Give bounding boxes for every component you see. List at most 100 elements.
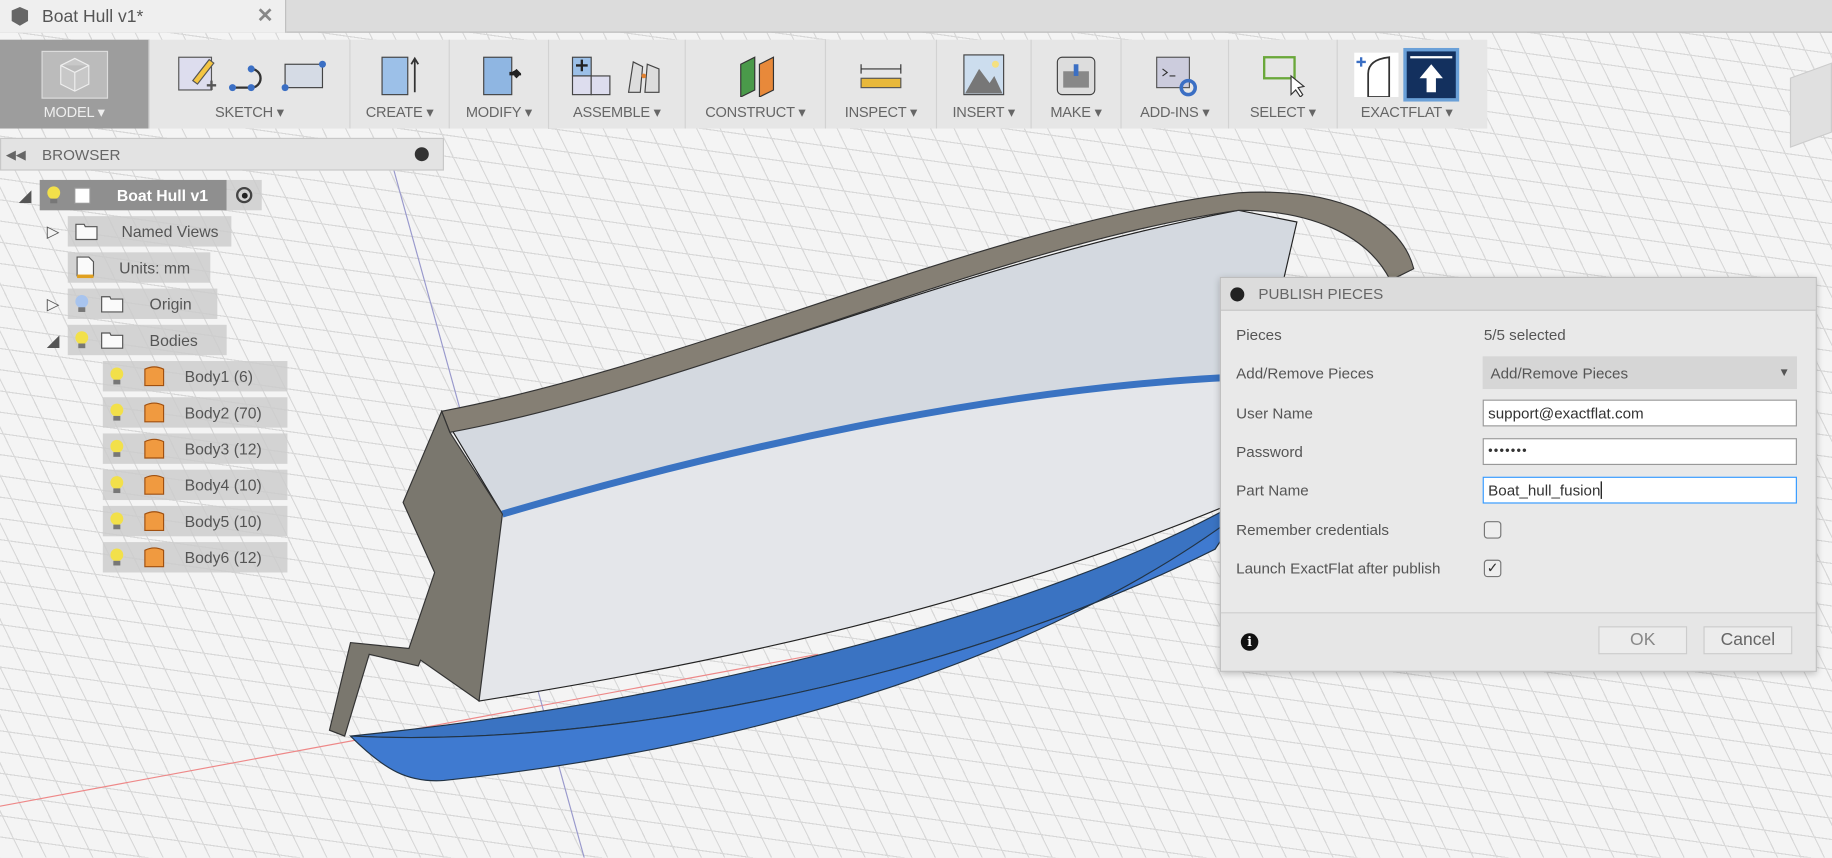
- password-input[interactable]: •••••••: [1482, 437, 1797, 465]
- body-icon: [144, 366, 165, 387]
- body-item[interactable]: Body6 (12): [102, 542, 288, 573]
- visibility-bulb-icon[interactable]: [110, 512, 124, 531]
- exactflat-add-piece-icon[interactable]: [1354, 52, 1399, 97]
- remember-credentials-checkbox[interactable]: [1483, 520, 1502, 539]
- launch-row: Launch ExactFlat after publish ✓: [1236, 554, 1797, 582]
- assemble-group[interactable]: ASSEMBLE ▾: [549, 39, 686, 129]
- launch-label: Launch ExactFlat after publish: [1236, 559, 1441, 577]
- exactflat-publish-icon[interactable]: [1403, 47, 1460, 102]
- make-group[interactable]: MAKE ▾: [1032, 39, 1122, 129]
- browser-node-origin[interactable]: ▷ Origin: [47, 288, 218, 319]
- info-icon[interactable]: i: [1240, 633, 1259, 651]
- pieces-value: 5/5 selected: [1483, 325, 1566, 343]
- visibility-bulb-icon[interactable]: [75, 331, 89, 350]
- 3d-print-icon[interactable]: [1054, 53, 1098, 97]
- new-component-icon[interactable]: [568, 53, 612, 97]
- document-tab[interactable]: Boat Hull v1* ✕: [0, 0, 287, 33]
- exactflat-group[interactable]: EXACTFLAT ▾: [1338, 40, 1476, 129]
- insert-group[interactable]: INSERT ▾: [937, 39, 1032, 129]
- launch-exactflat-checkbox[interactable]: ✓: [1483, 559, 1502, 577]
- browser-minimize-icon[interactable]: [414, 147, 429, 162]
- construct-label: CONSTRUCT ▾: [705, 103, 806, 121]
- root-label: Boat Hull v1: [116, 186, 208, 204]
- component-icon: [74, 187, 91, 204]
- activate-radio[interactable]: [226, 179, 262, 211]
- browser-root-node[interactable]: ◢ Boat Hull v1: [19, 179, 262, 211]
- addins-group[interactable]: ADD-INS ▾: [1122, 39, 1230, 129]
- visibility-bulb-icon[interactable]: [110, 548, 124, 567]
- browser-node-units[interactable]: Units: mm: [67, 252, 211, 283]
- workspace-model-dropdown[interactable]: MODEL ▾: [0, 39, 150, 129]
- modify-group[interactable]: MODIFY ▾: [450, 39, 550, 129]
- sketch-group[interactable]: SKETCH ▾: [150, 39, 351, 129]
- cancel-button[interactable]: Cancel: [1703, 626, 1793, 655]
- exactflat-label: EXACTFLAT ▾: [1360, 103, 1453, 121]
- press-pull-icon[interactable]: [477, 53, 522, 97]
- visibility-bulb-icon[interactable]: [47, 186, 61, 205]
- extrude-icon[interactable]: [377, 53, 421, 97]
- expand-triangle-icon[interactable]: ◢: [47, 330, 68, 350]
- browser-title: BROWSER: [41, 145, 121, 163]
- remember-row: Remember credentials: [1236, 515, 1797, 543]
- collapse-browser-icon[interactable]: ◀◀: [6, 147, 26, 162]
- username-input[interactable]: support@exactflat.com: [1482, 398, 1797, 426]
- browser-node-named-views[interactable]: ▷ Named Views: [47, 216, 232, 247]
- measure-icon[interactable]: [859, 53, 903, 97]
- visibility-bulb-icon[interactable]: [75, 294, 89, 313]
- rectangle-icon[interactable]: [280, 53, 326, 97]
- visibility-bulb-icon[interactable]: [110, 476, 124, 495]
- inspect-group[interactable]: INSPECT ▾: [826, 39, 938, 129]
- addins-label: ADD-INS ▾: [1140, 103, 1210, 121]
- pieces-label: Pieces: [1236, 325, 1282, 343]
- select-icon[interactable]: [1261, 53, 1306, 97]
- visibility-bulb-icon[interactable]: [110, 439, 124, 458]
- insert-image-icon[interactable]: [962, 53, 1006, 97]
- browser-node-bodies[interactable]: ◢ Bodies: [47, 324, 227, 356]
- body-item[interactable]: Body3 (12): [102, 433, 288, 464]
- add-remove-pieces-dropdown[interactable]: Add/Remove Pieces ▼: [1482, 356, 1797, 390]
- body-item[interactable]: Body2 (70): [102, 397, 288, 428]
- construct-group[interactable]: CONSTRUCT ▾: [686, 39, 827, 129]
- select-group[interactable]: SELECT ▾: [1229, 39, 1338, 129]
- arc-line-icon[interactable]: [227, 53, 271, 97]
- select-label: SELECT ▾: [1249, 103, 1316, 121]
- part-name-input[interactable]: Boat_hull_fusion: [1482, 476, 1797, 503]
- create-group[interactable]: CREATE ▾: [351, 39, 450, 129]
- offset-plane-icon[interactable]: [733, 53, 777, 97]
- sketch-label: SKETCH ▾: [215, 103, 284, 121]
- add-remove-row: Add/Remove Pieces Add/Remove Pieces ▼: [1236, 356, 1797, 390]
- visibility-bulb-icon[interactable]: [110, 367, 124, 386]
- expand-triangle-icon[interactable]: ▷: [47, 221, 68, 241]
- visibility-bulb-icon[interactable]: [110, 403, 124, 422]
- browser-panel-header: ◀◀ BROWSER: [0, 137, 444, 171]
- expand-triangle-icon[interactable]: ▷: [47, 294, 68, 314]
- expand-triangle-icon[interactable]: ◢: [19, 185, 40, 205]
- units-document-icon: [76, 256, 95, 279]
- body-icon: [144, 474, 165, 495]
- folder-icon: [101, 296, 124, 313]
- insert-label: INSERT ▾: [952, 103, 1016, 121]
- ok-button[interactable]: OK: [1598, 626, 1688, 655]
- scripts-addins-icon[interactable]: [1153, 53, 1197, 97]
- model-cube-icon: [40, 50, 108, 99]
- body-icon: [144, 402, 165, 423]
- remember-label: Remember credentials: [1236, 520, 1389, 539]
- body-label: Body1 (6): [184, 367, 253, 385]
- origin-label: Origin: [149, 295, 192, 313]
- dialog-title-bar[interactable]: PUBLISH PIECES: [1220, 278, 1816, 311]
- body-item[interactable]: Body4 (10): [102, 469, 288, 501]
- assemble-label: ASSEMBLE ▾: [572, 103, 661, 121]
- body-label: Body4 (10): [184, 476, 262, 494]
- document-cube-icon: [11, 7, 29, 26]
- body-item[interactable]: Body5 (10): [102, 505, 288, 537]
- body-label: Body6 (12): [184, 548, 262, 567]
- body-item[interactable]: Body1 (6): [102, 361, 288, 392]
- units-label: Units: mm: [119, 258, 191, 277]
- dialog-title: PUBLISH PIECES: [1258, 285, 1384, 303]
- joint-icon[interactable]: [622, 53, 666, 97]
- fusion-viewport[interactable]: Boat Hull v1* ✕ MODEL ▾ SKETCH ▾ CREATE …: [0, 0, 1832, 858]
- folder-icon: [101, 332, 124, 349]
- create-sketch-icon[interactable]: [174, 53, 218, 97]
- close-tab-button[interactable]: ✕: [257, 5, 274, 28]
- dialog-collapse-icon[interactable]: [1230, 286, 1245, 301]
